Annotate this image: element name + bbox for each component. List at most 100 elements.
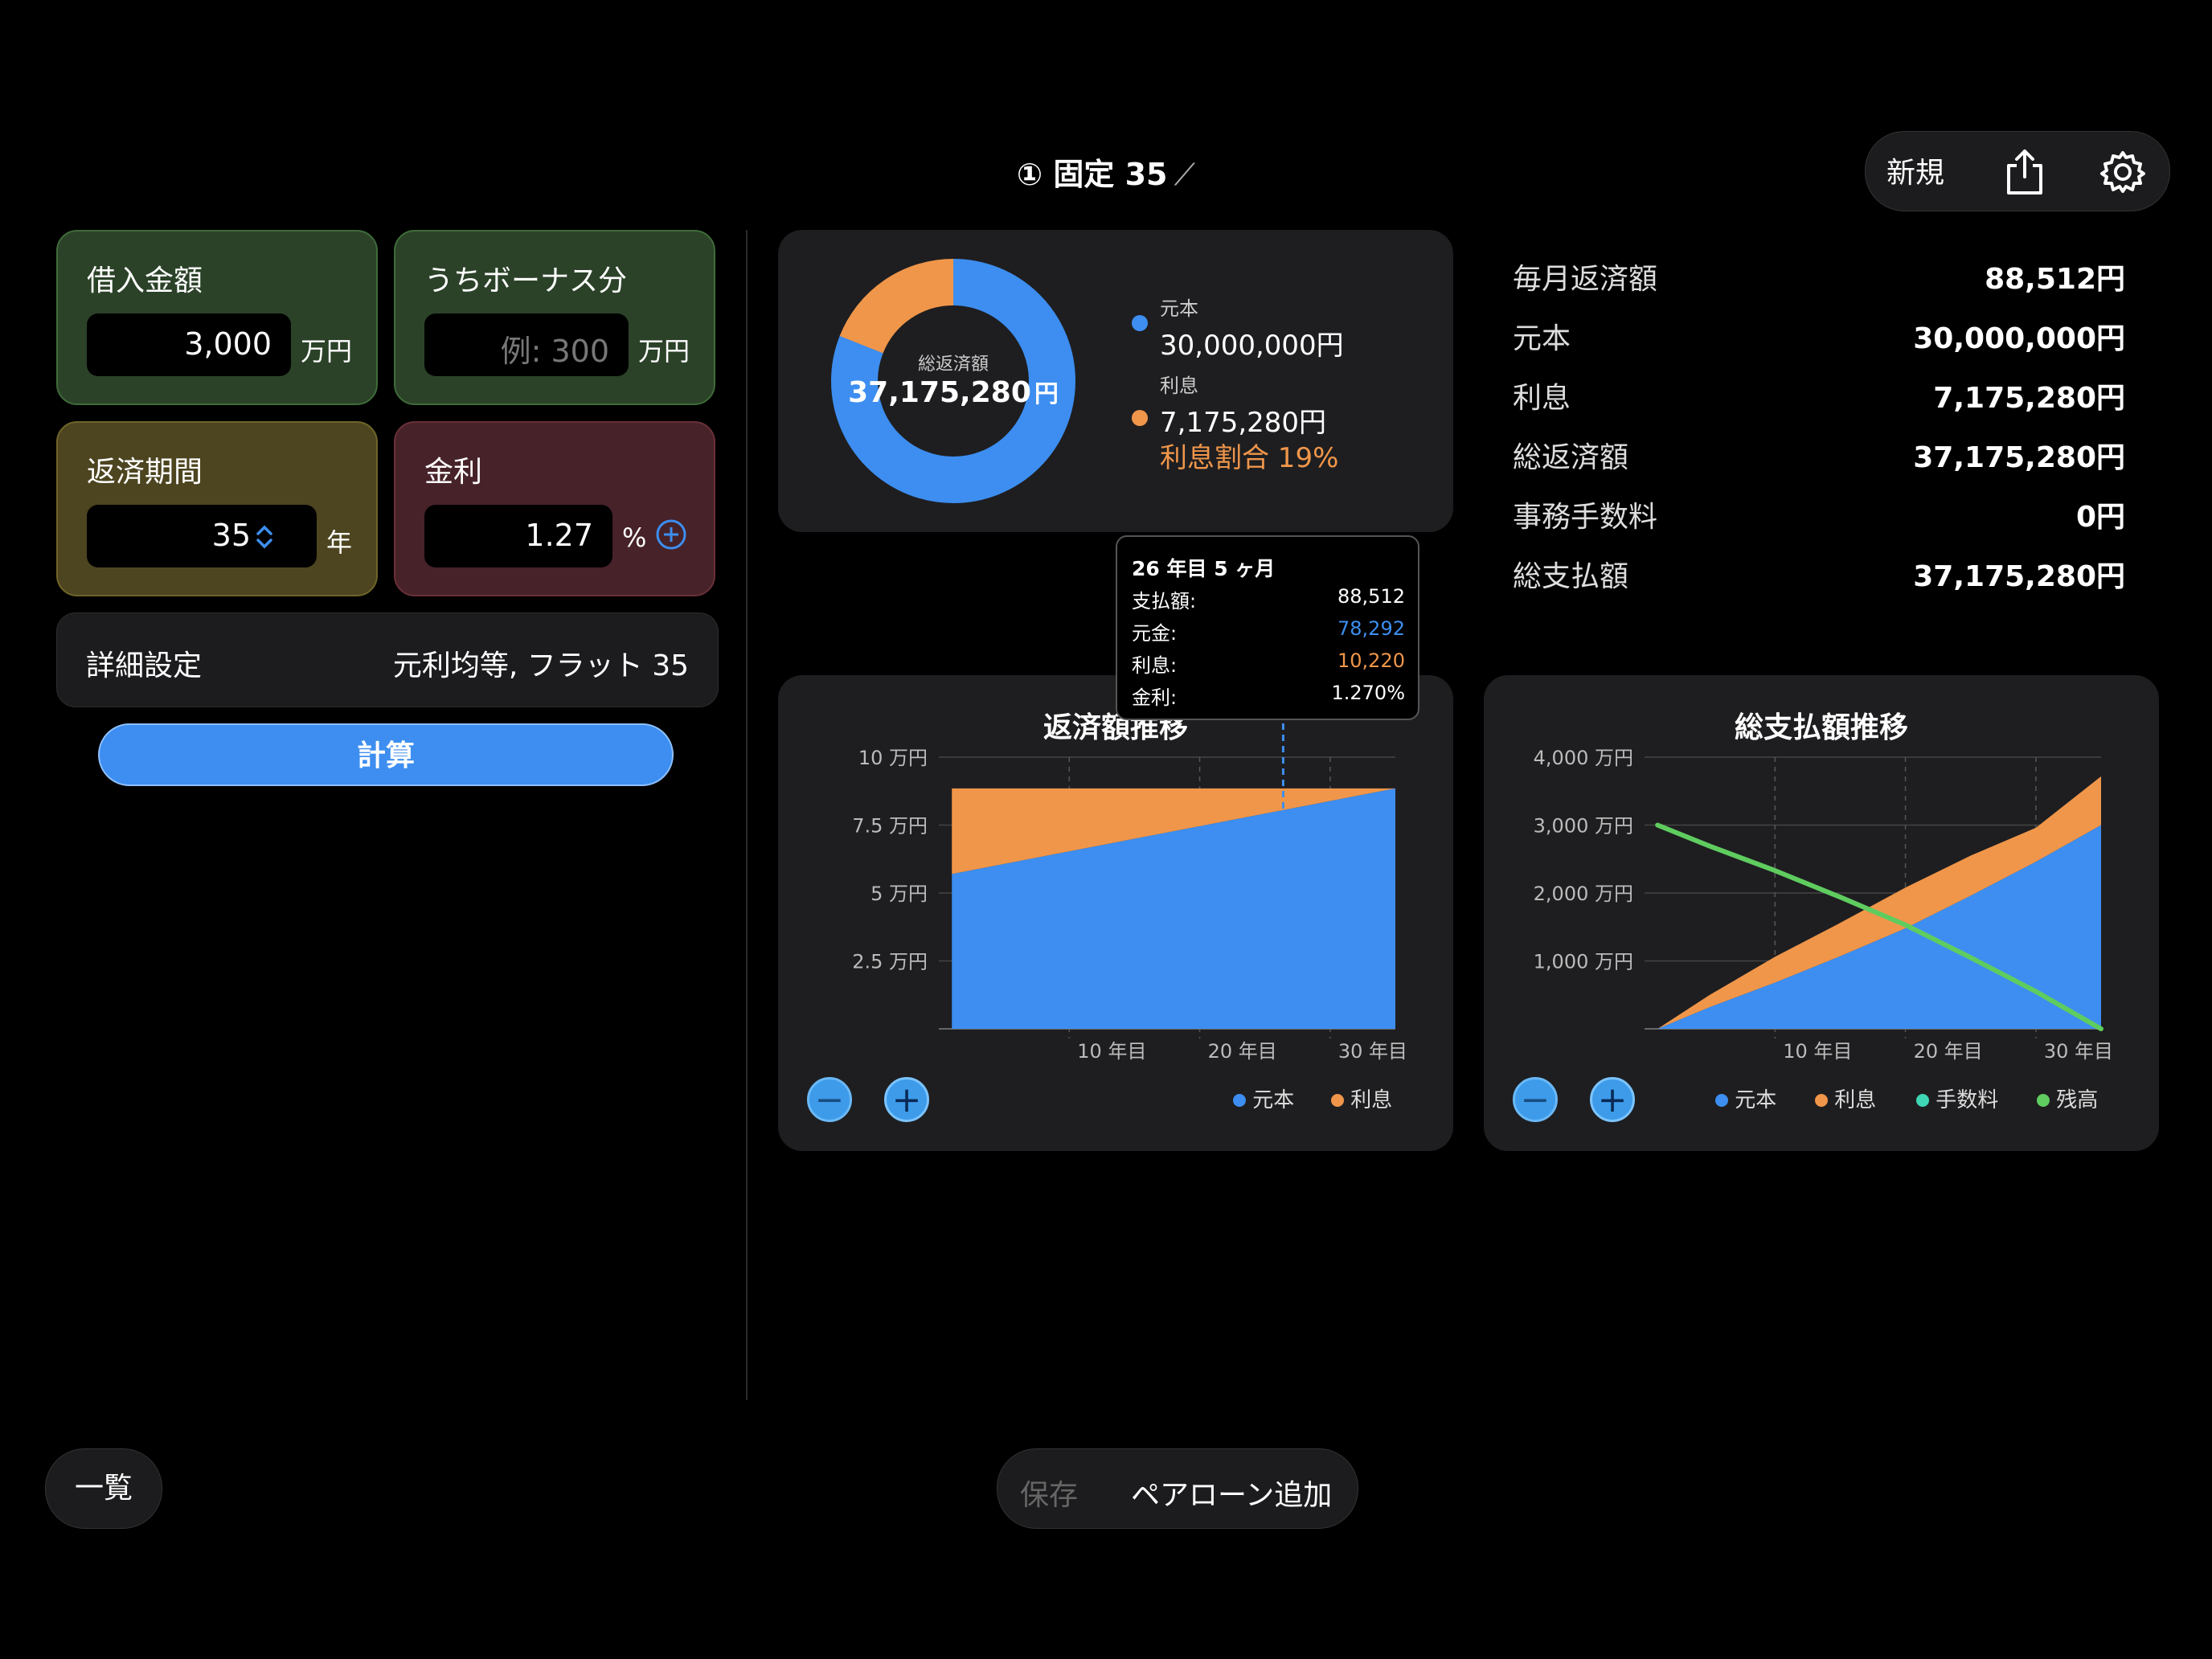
tooltip-row: 元金: 78,292 [1132, 617, 1405, 645]
donut-chart[interactable]: 総返済額 37,175,280 円 [826, 254, 1080, 508]
x-tick-label: 20 年目 [1914, 1040, 1983, 1061]
save-button[interactable]: 保存 [1020, 1472, 1078, 1514]
plan-title: ① 固定 35 [1016, 157, 1168, 192]
zoom-out-button[interactable]: − [1513, 1077, 1558, 1122]
bonus-input[interactable]: 例: 300 [424, 313, 629, 376]
donut-panel: 総返済額 37,175,280 円 元本 30,000,000円 利息 7,175… [778, 230, 1453, 532]
donut-center-label: 総返済額 [918, 354, 989, 375]
zoom-in-button[interactable]: + [884, 1077, 929, 1122]
calculate-button[interactable]: 計算 [98, 723, 674, 786]
tooltip-value: 1.270% [1331, 682, 1405, 704]
y-tick-label: 10 万円 [858, 747, 928, 769]
y-tick-label: 2.5 万円 [852, 951, 928, 973]
tooltip-row: 支払額: 88,512 [1132, 585, 1405, 613]
summary-label: 総返済額 [1513, 441, 1629, 474]
principal-legend-value: 30,000,000円 [1160, 330, 1344, 362]
donut-total-unit: 円 [1034, 380, 1059, 408]
y-tick-label: 3,000 万円 [1534, 815, 1633, 838]
list-button[interactable]: 一覧 [45, 1448, 162, 1529]
top-toolbar: 新規 [1865, 131, 2170, 211]
summary-value: 7,175,280円 [1933, 382, 2125, 415]
summary-list: 毎月返済額 88,512円 元本 30,000,000円 利息 7,175,280円 … [1513, 256, 2125, 593]
tooltip-label: 支払額: [1132, 590, 1197, 612]
detail-settings-value: 元利均等, フラット 35 [392, 649, 689, 682]
tooltip-label: 利息: [1132, 654, 1178, 677]
legend-label: 元本 [1735, 1088, 1777, 1112]
legend-item: 残高 [2037, 1083, 2098, 1113]
interest-legend-label: 利息 [1160, 375, 1198, 397]
summary-value: 0円 [2075, 501, 2125, 534]
legend-item: 元本 [1233, 1083, 1294, 1113]
new-button[interactable]: 新規 [1886, 150, 1944, 191]
legend-swatch [2037, 1094, 2050, 1107]
term-unit: 年 [326, 527, 353, 558]
tooltip-title: 26 年目 5 ヶ月 [1132, 557, 1276, 580]
tooltip-value: 88,512 [1337, 585, 1405, 608]
gear-icon[interactable] [2100, 150, 2145, 195]
chart-tooltip: 26 年目 5 ヶ月 支払額: 88,512 元金: 78,292 利息: 10,22… [1116, 535, 1419, 720]
add-pair-loan-button[interactable]: ペアローン追加 [1131, 1472, 1332, 1514]
zoom-out-button[interactable]: − [807, 1077, 852, 1122]
rate-input[interactable]: 1.27 [424, 505, 612, 567]
x-tick-label: 30 年目 [2044, 1040, 2113, 1061]
loan-amount-card: 借入金額 3,000 万円 [56, 230, 378, 405]
legend-label: 残高 [2056, 1088, 2099, 1112]
tooltip-label: 金利: [1132, 686, 1178, 709]
summary-value: 88,512円 [1985, 263, 2125, 296]
loan-amount-label: 借入金額 [87, 264, 203, 297]
legend-label: 利息 [1834, 1088, 1877, 1112]
summary-value: 37,175,280円 [1913, 441, 2125, 474]
legend-item: 利息 [1815, 1083, 1876, 1113]
payment-trend-panel: 返済額推移 2.5 万円 5 万円 7.5 万円 10 万円 10 年目 20 年目 30 … [778, 675, 1453, 1151]
vertical-divider [746, 230, 748, 1400]
tooltip-row: 金利: 1.270% [1132, 682, 1405, 710]
share-icon[interactable] [2002, 148, 2047, 196]
summary-label: 元本 [1513, 322, 1571, 355]
x-tick-label: 30 年目 [1338, 1040, 1407, 1061]
summary-label: 総支払額 [1513, 560, 1629, 593]
x-tick-label: 10 年目 [1783, 1040, 1852, 1061]
rate-label: 金利 [424, 456, 483, 489]
zoom-in-button[interactable]: + [1590, 1077, 1635, 1122]
bonus-card: うちボーナス分 例: 300 万円 [394, 230, 715, 405]
term-label: 返済期間 [87, 456, 203, 489]
legend-item: 利息 [1331, 1083, 1392, 1113]
legend-item: 元本 [1715, 1083, 1776, 1113]
legend-item: 手数料 [1916, 1083, 1998, 1113]
y-tick-label: 5 万円 [870, 883, 928, 905]
y-tick-label: 7.5 万円 [852, 815, 928, 838]
legend-label: 利息 [1350, 1088, 1393, 1112]
rate-card: 金利 1.27 % [394, 421, 715, 596]
stepper-icon[interactable] [254, 522, 275, 551]
tooltip-row: 利息: 10,220 [1132, 649, 1405, 678]
total-payment-trend-panel: 総支払額推移 1,000 万円 2,000 万円 3,000 万円 4,000 万円 1… [1484, 675, 2159, 1151]
donut-center-value: 37,175,280 円 [848, 376, 1059, 409]
summary-value: 37,175,280円 [1913, 560, 2125, 593]
summary-label: 利息 [1513, 382, 1571, 415]
interest-legend-dot [1132, 410, 1148, 426]
loan-amount-unit: 万円 [301, 336, 353, 367]
bottom-toolbar: 保存 ペアローン追加 [997, 1448, 1358, 1529]
x-tick-label: 20 年目 [1208, 1040, 1277, 1061]
interest-legend-value: 7,175,280円 [1160, 407, 1327, 439]
y-tick-label: 2,000 万円 [1534, 883, 1633, 905]
term-input[interactable]: 35 [87, 505, 317, 567]
legend-swatch [1233, 1094, 1246, 1107]
donut-total-amount: 37,175,280 [848, 376, 1031, 409]
rate-unit: % [622, 522, 647, 553]
x-tick-label: 10 年目 [1077, 1040, 1146, 1061]
summary-value: 30,000,000円 [1913, 322, 2125, 355]
y-tick-label: 4,000 万円 [1534, 747, 1633, 769]
detail-settings-row[interactable]: 詳細設定 元利均等, フラット 35 [56, 612, 719, 707]
payment-trend-chart[interactable]: 2.5 万円 5 万円 7.5 万円 10 万円 10 年目 20 年目 30 年目 [778, 675, 1453, 1061]
total-payment-trend-chart[interactable]: 1,000 万円 2,000 万円 3,000 万円 4,000 万円 10 年目 20 … [1484, 675, 2159, 1061]
pencil-icon[interactable]: ⟋ [1174, 157, 1195, 192]
detail-settings-label: 詳細設定 [86, 649, 203, 682]
loan-amount-input[interactable]: 3,000 [87, 313, 291, 376]
add-circle-icon[interactable] [654, 518, 688, 551]
summary-label: 毎月返済額 [1513, 263, 1658, 296]
legend-swatch [1916, 1094, 1929, 1107]
legend-swatch [1715, 1094, 1728, 1107]
term-value: 35 [211, 518, 251, 553]
legend-swatch [1815, 1094, 1828, 1107]
